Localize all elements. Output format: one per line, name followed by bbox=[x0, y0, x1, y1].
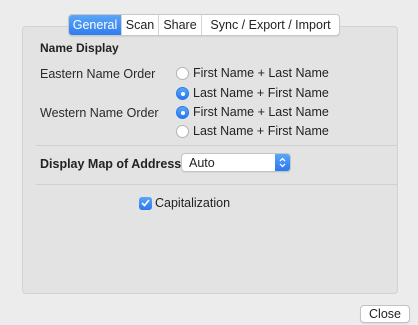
divider bbox=[36, 145, 398, 146]
checkmark-icon bbox=[139, 196, 152, 210]
eastern-first-last-radio[interactable]: First Name + Last Name bbox=[176, 66, 329, 80]
western-first-last-radio[interactable]: First Name + Last Name bbox=[176, 105, 329, 119]
capitalization-checkbox[interactable]: Capitalization bbox=[139, 196, 230, 210]
tab-share[interactable]: Share bbox=[158, 15, 201, 35]
divider bbox=[36, 184, 398, 185]
radio-label: Last Name + First Name bbox=[193, 86, 329, 100]
tab-scan[interactable]: Scan bbox=[121, 15, 158, 35]
tab-bar: General Scan Share Sync / Export / Impor… bbox=[68, 14, 340, 36]
preferences-window: General Scan Share Sync / Export / Impor… bbox=[0, 0, 418, 325]
radio-label: Last Name + First Name bbox=[193, 124, 329, 138]
tab-general[interactable]: General bbox=[69, 15, 121, 35]
radio-unchecked-icon bbox=[176, 66, 189, 80]
tab-sync-export-import[interactable]: Sync / Export / Import bbox=[201, 15, 339, 35]
eastern-last-first-radio[interactable]: Last Name + First Name bbox=[176, 86, 329, 100]
display-map-label: Display Map of Address bbox=[40, 157, 182, 171]
radio-checked-icon bbox=[176, 105, 189, 119]
capitalization-label: Capitalization bbox=[155, 196, 231, 210]
chevron-up-down-icon bbox=[275, 154, 290, 171]
western-name-order-label: Western Name Order bbox=[40, 106, 159, 120]
western-last-first-radio[interactable]: Last Name + First Name bbox=[176, 124, 329, 138]
eastern-name-order-label: Eastern Name Order bbox=[40, 67, 156, 81]
select-value: Auto bbox=[189, 156, 215, 170]
close-button[interactable]: Close bbox=[360, 305, 410, 323]
radio-unchecked-icon bbox=[176, 124, 189, 138]
radio-checked-icon bbox=[176, 86, 189, 100]
radio-label: First Name + Last Name bbox=[193, 105, 329, 119]
display-map-select[interactable]: Auto bbox=[181, 153, 291, 172]
name-display-heading: Name Display bbox=[40, 41, 119, 55]
radio-label: First Name + Last Name bbox=[193, 66, 329, 80]
